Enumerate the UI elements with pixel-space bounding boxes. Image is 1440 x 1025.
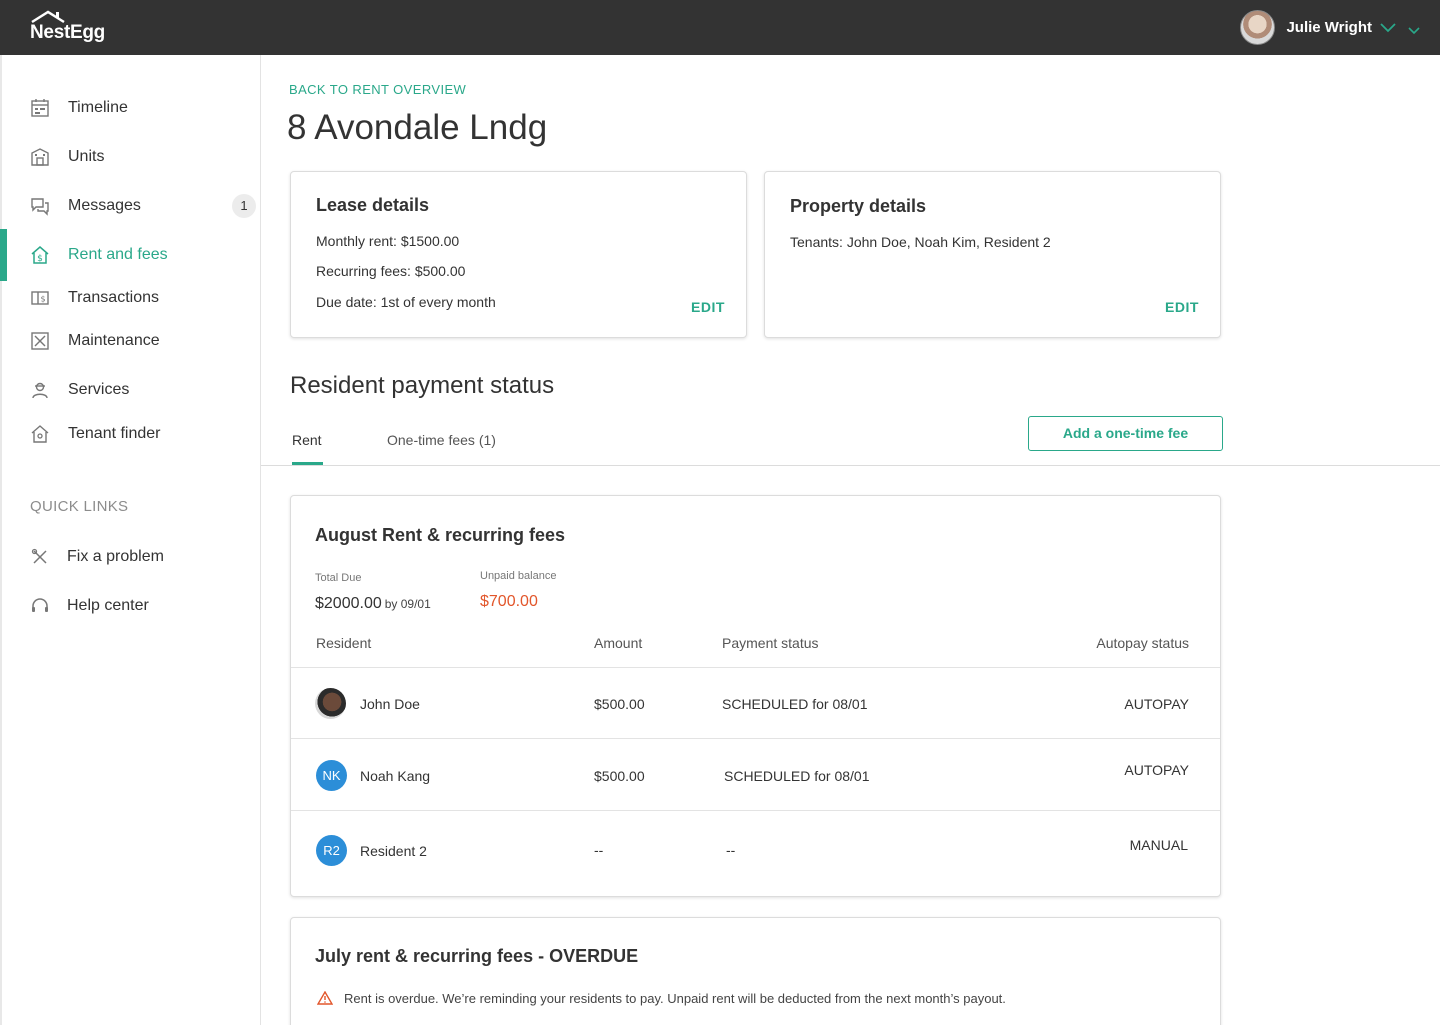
tab-rent[interactable]: Rent — [292, 432, 322, 448]
quick-link-label: Help center — [67, 597, 149, 614]
sidebar-item-label: Units — [68, 148, 105, 165]
logo-text: NestEgg — [30, 22, 105, 43]
sidebar-item-messages[interactable]: Messages 1 — [2, 184, 261, 228]
sidebar-item-units[interactable]: Units — [2, 135, 261, 179]
quick-link-help-center[interactable]: Help center — [2, 584, 261, 628]
resident-autopay-status: MANUAL — [1129, 837, 1188, 853]
user-name[interactable]: Julie Wright — [1286, 19, 1372, 36]
chevron-down-icon[interactable] — [1408, 26, 1420, 35]
add-one-time-fee-button[interactable]: Add a one-time fee — [1028, 416, 1223, 451]
lease-details-card: Lease details Monthly rent: $1500.00 Rec… — [290, 171, 747, 338]
unpaid-balance-label: Unpaid balance — [480, 570, 557, 582]
tools-box-icon — [31, 332, 49, 350]
building-icon — [31, 148, 49, 166]
sidebar-item-rent-and-fees[interactable]: $ Rent and fees — [0, 229, 261, 281]
payment-status-title: Resident payment status — [290, 372, 555, 399]
august-rent-card: August Rent & recurring fees Total Due $… — [290, 495, 1221, 897]
user-menu[interactable]: Julie Wright — [1240, 10, 1420, 45]
resident-avatar: R2 — [316, 835, 347, 866]
resident-name: John Doe — [360, 696, 420, 712]
column-header-autopay-status: Autopay status — [1096, 635, 1189, 651]
sidebar-item-services[interactable]: Services — [2, 368, 261, 412]
monthly-rent: Monthly rent: $1500.00 — [316, 233, 460, 249]
edit-lease-button[interactable]: EDIT — [691, 299, 725, 315]
total-due-value: $2000.00 by 09/01 — [315, 595, 431, 613]
resident-payment-status: SCHEDULED for 08/01 — [724, 768, 870, 784]
tabs-divider — [261, 465, 1440, 466]
column-header-payment-status: Payment status — [722, 635, 819, 651]
sidebar-item-label: Maintenance — [68, 332, 160, 349]
sidebar-item-label: Transactions — [68, 289, 159, 306]
resident-name: Noah Kang — [360, 768, 431, 784]
sidebar-item-label: Rent and fees — [68, 246, 168, 263]
edit-property-button[interactable]: EDIT — [1165, 299, 1199, 315]
resident-avatar — [315, 688, 346, 719]
row-divider — [291, 810, 1220, 811]
sidebar-item-label: Timeline — [68, 99, 128, 116]
quick-links-title: QUICK LINKS — [30, 498, 129, 515]
july-card-title: July rent & recurring fees - OVERDUE — [315, 946, 639, 966]
august-card-title: August Rent & recurring fees — [315, 525, 566, 545]
resident-avatar: NK — [316, 760, 347, 791]
unread-badge: 1 — [232, 194, 256, 218]
quick-link-fix-a-problem[interactable]: Fix a problem — [2, 535, 261, 579]
back-to-rent-overview-link[interactable]: BACK TO RENT OVERVIEW — [289, 82, 466, 97]
chevron-down-icon[interactable] — [1380, 22, 1396, 33]
resident-amount: $500.00 — [594, 768, 645, 784]
tenants-list: Tenants: John Doe, Noah Kim, Resident 2 — [790, 234, 1051, 250]
resident-autopay-status: AUTOPAY — [1124, 696, 1189, 712]
sidebar-item-maintenance[interactable]: Maintenance — [2, 319, 261, 363]
sidebar-item-timeline[interactable]: Timeline — [2, 86, 261, 130]
sidebar-item-label: Messages — [68, 197, 141, 214]
page-title: 8 Avondale Lndg — [287, 108, 548, 147]
resident-autopay-status: AUTOPAY — [1124, 762, 1189, 778]
svg-text:$: $ — [40, 295, 45, 304]
column-header-amount: Amount — [594, 635, 643, 651]
row-divider — [291, 738, 1220, 739]
resident-name: Resident 2 — [360, 843, 427, 859]
warning-icon — [317, 991, 333, 1005]
sidebar-item-label: Services — [68, 381, 130, 398]
july-rent-card: July rent & recurring fees - OVERDUE Ren… — [290, 917, 1221, 1025]
user-avatar[interactable] — [1240, 10, 1276, 45]
resident-payment-status: -- — [726, 842, 736, 858]
house-search-icon — [31, 425, 49, 443]
property-details-card: Property details Tenants: John Doe, Noah… — [764, 171, 1221, 338]
sidebar: Timeline Units Messages 1 $ Rent and fee… — [0, 55, 261, 1025]
unpaid-balance-value: $700.00 — [480, 593, 538, 610]
worker-icon — [32, 382, 48, 399]
tab-one-time-fees[interactable]: One-time fees (1) — [387, 432, 496, 448]
overdue-warning: Rent is overdue. We’re reminding your re… — [344, 991, 1006, 1006]
top-bar: NestEgg Julie Wright — [0, 0, 1440, 55]
due-date: Due date: 1st of every month — [316, 294, 496, 310]
resident-payment-status: SCHEDULED for 08/01 — [722, 696, 868, 712]
chat-icon — [31, 198, 49, 216]
sidebar-item-tenant-finder[interactable]: Tenant finder — [2, 412, 261, 456]
quick-link-label: Fix a problem — [67, 548, 164, 565]
money-icon: $ — [31, 291, 49, 305]
column-header-resident: Resident — [316, 635, 372, 651]
row-divider — [291, 667, 1220, 668]
total-due-amount: $2000.00 — [315, 595, 382, 612]
sidebar-item-label: Tenant finder — [68, 425, 161, 442]
nestegg-logo[interactable]: NestEgg — [30, 10, 105, 44]
sidebar-item-transactions[interactable]: $ Transactions — [2, 276, 261, 320]
resident-amount: -- — [594, 842, 604, 858]
calendar-icon — [31, 99, 49, 117]
property-details-title: Property details — [790, 196, 927, 216]
total-due-label: Total Due — [315, 572, 362, 584]
svg-text:$: $ — [37, 254, 43, 264]
lease-details-title: Lease details — [316, 195, 430, 215]
house-dollar-icon: $ — [31, 246, 49, 264]
resident-amount: $500.00 — [594, 696, 645, 712]
headset-icon — [32, 598, 48, 612]
wrench-icon — [31, 548, 47, 564]
recurring-fees: Recurring fees: $500.00 — [316, 263, 466, 279]
total-due-by: by 09/01 — [384, 597, 431, 611]
